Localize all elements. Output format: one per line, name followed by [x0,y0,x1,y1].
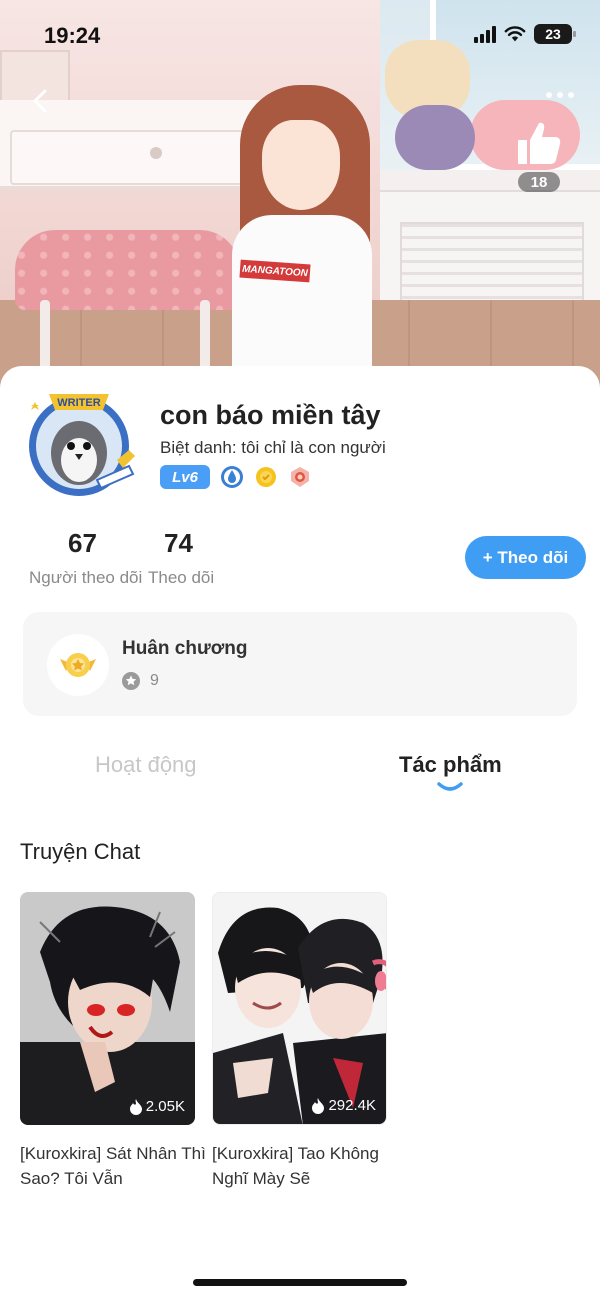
section-title: Truyện Chat [20,839,141,864]
active-tab-indicator [437,782,463,791]
followers-label[interactable]: Người theo dõi [29,568,142,588]
status-time: 19:24 [44,23,101,48]
like-count-badge: 18 [518,172,560,192]
battery-icon: 23 [534,24,576,44]
medals-count-row: 9 [122,672,159,690]
work-title[interactable]: [Kuroxkira] Sát Nhân Thì Sao? Tôi Vẫn [20,1141,210,1191]
avatar-writer-label: WRITER [57,397,100,409]
profile-name: con báo miền tây [160,400,381,430]
work-title[interactable]: [Kuroxkira] Tao Không Nghĩ Mày Sẽ [212,1141,402,1191]
gold-medal-badge-icon[interactable] [254,465,278,489]
more-options-icon[interactable] [546,92,574,98]
work-cover-image[interactable]: 2.05K [20,892,195,1125]
wifi-icon [504,26,526,42]
view-count-value: 2.05K [145,1098,185,1115]
profile-cover-image: MANGATOON [0,0,600,400]
medals-title: Huân chương [122,638,248,659]
cover-art-dark-hair-boy [20,892,195,1125]
cover-art-two-boys [213,893,386,1124]
water-drop-badge-icon[interactable] [220,465,244,489]
medals-count: 9 [150,672,159,689]
tab-activity[interactable]: Hoạt động [95,752,197,778]
view-count: 2.05K [129,1098,185,1115]
following-count[interactable]: 74 [164,528,193,559]
avatar[interactable]: WRITER [17,388,141,500]
red-shield-badge-icon[interactable] [288,465,312,489]
view-count-value: 292.4K [328,1097,376,1114]
fire-icon [312,1097,325,1114]
follow-button[interactable]: + Theo dõi [465,536,586,579]
tab-works[interactable]: Tác phẩm [399,752,502,778]
cellular-signal-icon [474,25,496,43]
home-indicator[interactable] [193,1279,407,1286]
view-count: 292.4K [311,1097,376,1114]
badge-row: Lv6 [160,465,312,489]
level-badge[interactable]: Lv6 [160,465,210,489]
star-circle-icon [122,672,140,690]
work-cover-image[interactable]: 292.4K [212,892,387,1125]
following-label[interactable]: Theo dõi [148,568,214,588]
status-icons: 23 [474,24,576,44]
back-arrow-icon[interactable] [26,86,56,116]
work-card[interactable]: 292.4K [Kuroxkira] Tao Không Nghĩ Mày Sẽ [212,892,387,1191]
medal-icon-container [47,634,109,696]
profile-alias: Biệt danh: tôi chỉ là con người [160,438,386,457]
followers-count[interactable]: 67 [68,528,97,559]
medal-wings-icon [60,653,96,677]
fire-icon [129,1098,142,1115]
thumbs-up-icon[interactable] [514,118,562,168]
work-card[interactable]: 2.05K [Kuroxkira] Sát Nhân Thì Sao? Tôi … [20,892,206,1191]
